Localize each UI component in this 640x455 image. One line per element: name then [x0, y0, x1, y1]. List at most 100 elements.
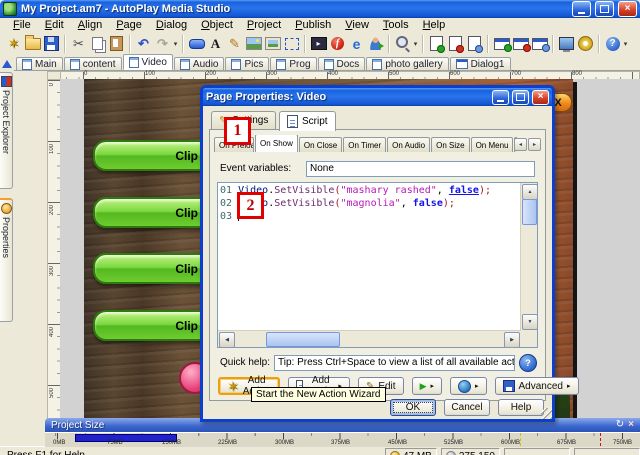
menu-edit[interactable]: Edit	[38, 19, 71, 31]
add-dialog-icon[interactable]	[492, 34, 512, 53]
paste-icon[interactable]	[107, 34, 126, 53]
status-cell-empty-1	[504, 448, 570, 455]
sidebar-tab-project-explorer[interactable]: Project Explorer	[0, 72, 13, 189]
open-project-icon[interactable]	[23, 34, 42, 53]
remove-page-icon[interactable]	[446, 34, 465, 53]
vertical-scrollbar[interactable]: ▲ ▼	[520, 183, 538, 331]
dialog-close-button[interactable]: ×	[532, 89, 549, 105]
input-object-icon[interactable]	[366, 34, 385, 53]
tab-scroll-icon[interactable]	[2, 60, 12, 68]
copy-icon[interactable]	[88, 34, 107, 53]
sidebar-tab-properties[interactable]: Properties	[0, 198, 13, 322]
scrollbar-thumb[interactable]	[522, 199, 537, 225]
tab-audio[interactable]: Audio	[173, 57, 225, 70]
menu-publish[interactable]: Publish	[288, 19, 338, 31]
refresh-icon[interactable]: ↻	[616, 420, 624, 430]
scroll-left-icon[interactable]: ◂	[514, 138, 527, 151]
menu-dialog[interactable]: Dialog	[149, 19, 194, 31]
add-page-icon[interactable]	[427, 34, 446, 53]
scroll-right-icon[interactable]: ▸	[528, 138, 541, 151]
scroll-up-icon[interactable]: ▲	[522, 184, 538, 200]
preview-dialog-icon[interactable]	[530, 34, 550, 53]
tab-on-close[interactable]: On Close	[298, 137, 343, 152]
menu-file[interactable]: File	[6, 19, 38, 31]
preview-page-icon[interactable]	[465, 34, 484, 53]
panel-close-icon[interactable]: ×	[628, 420, 634, 430]
page-icon	[323, 58, 334, 70]
tab-on-menu[interactable]: On Menu	[470, 137, 514, 152]
resize-grip[interactable]	[541, 408, 552, 419]
menu-project[interactable]: Project	[240, 19, 288, 31]
scroll-left-icon[interactable]: ◀	[219, 332, 235, 348]
dialog-titlebar[interactable]: Page Properties: Video ×	[203, 88, 552, 106]
restore-button[interactable]	[595, 1, 614, 17]
script-code[interactable]: 01 Video.SetVisible("mashary rashed", fa…	[220, 184, 520, 330]
tab-main[interactable]: Main	[16, 57, 63, 70]
tab-pics[interactable]: Pics	[225, 57, 270, 70]
script-doc-icon	[287, 115, 298, 128]
help-icon[interactable]: ?	[603, 34, 622, 53]
web-object-icon[interactable]: e	[347, 34, 366, 53]
quick-help-row: Quick help: Tip: Press Ctrl+Space to vie…	[220, 353, 537, 372]
zoom-icon[interactable]	[393, 34, 412, 53]
undo-dropdown-icon[interactable]: ▾	[172, 40, 179, 48]
new-project-wizard-icon[interactable]: ✶	[4, 34, 23, 53]
tab-on-audio[interactable]: On Audio	[387, 137, 431, 152]
help-dropdown-icon[interactable]: ▾	[622, 40, 629, 48]
save-project-icon[interactable]	[42, 34, 61, 53]
tab-prog[interactable]: Prog	[270, 57, 317, 70]
scroll-down-icon[interactable]: ▼	[522, 314, 538, 330]
menu-arrow-icon: ▸	[430, 383, 434, 390]
tab-video[interactable]: Video	[122, 54, 173, 70]
hotspot-object-icon[interactable]	[282, 34, 301, 53]
burn-cd-icon[interactable]	[576, 34, 595, 53]
minimize-button[interactable]	[572, 1, 591, 17]
menu-tools[interactable]: Tools	[376, 19, 416, 31]
image-object-icon[interactable]	[244, 34, 263, 53]
scroll-right-icon[interactable]: ▶	[504, 332, 520, 348]
tab-on-timer[interactable]: On Timer	[343, 137, 387, 152]
ok-button[interactable]: OK	[390, 399, 436, 416]
menu-page[interactable]: Page	[109, 19, 149, 31]
event-tab-bar: On Preload On Show On Close On Timer On …	[214, 135, 517, 152]
scrollbar-thumb[interactable]	[266, 332, 340, 347]
menu-object[interactable]: Object	[194, 19, 240, 31]
label-object-icon[interactable]: A	[206, 34, 225, 53]
tab-script[interactable]: Script	[279, 111, 336, 131]
dialog-minimize-button[interactable]	[492, 89, 509, 105]
help-button[interactable]: Help	[498, 399, 544, 416]
event-variables-field[interactable]: None	[306, 160, 535, 177]
paragraph-object-icon[interactable]: ✎	[225, 34, 244, 53]
horizontal-scrollbar[interactable]: ◀ ▶	[218, 330, 521, 348]
advanced-button[interactable]: Advanced ▸	[494, 377, 579, 395]
undo-icon[interactable]: ↶	[134, 34, 153, 53]
build-icon[interactable]	[557, 34, 576, 53]
page-icon	[69, 58, 80, 70]
dialog-body: ✎ Settings Script On Preload On Show On …	[203, 106, 579, 419]
quick-help-button[interactable]: ?	[519, 353, 537, 372]
cancel-button[interactable]: Cancel	[444, 399, 490, 416]
tab-on-size[interactable]: On Size	[431, 137, 470, 152]
tab-content[interactable]: content	[63, 57, 122, 70]
tab-dialog1[interactable]: Dialog1	[449, 57, 511, 70]
dialog-maximize-button[interactable]	[512, 89, 529, 105]
button-object-icon[interactable]	[187, 34, 206, 53]
browse-actions-button[interactable]: ▸	[450, 377, 487, 395]
close-button[interactable]: ×	[618, 1, 637, 17]
zoom-dropdown-icon[interactable]: ▾	[412, 40, 419, 48]
menu-view[interactable]: View	[338, 19, 376, 31]
tab-photo-gallery[interactable]: photo gallery	[366, 57, 449, 70]
slideshow-object-icon[interactable]	[263, 34, 282, 53]
tab-docs[interactable]: Docs	[317, 57, 366, 70]
script-editor[interactable]: 01 Video.SetVisible("mashary rashed", fa…	[217, 182, 538, 348]
flash-object-icon[interactable]: f	[328, 34, 347, 53]
video-object-icon[interactable]: ▸	[309, 34, 328, 53]
menu-align[interactable]: Align	[71, 19, 109, 31]
properties-icon	[0, 203, 12, 214]
tab-on-show[interactable]: On Show	[255, 135, 298, 152]
cut-icon[interactable]: ✂	[69, 34, 88, 53]
menu-help[interactable]: Help	[416, 19, 453, 31]
remove-dialog-icon[interactable]	[511, 34, 531, 53]
run-script-button[interactable]: ▶ ▸	[411, 377, 442, 395]
redo-icon[interactable]: ↷	[153, 34, 172, 53]
